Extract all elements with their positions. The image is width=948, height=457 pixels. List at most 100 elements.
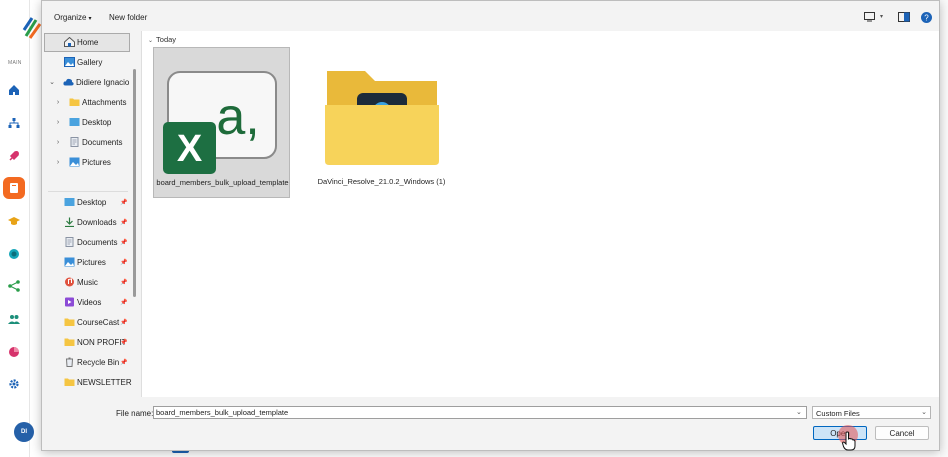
nav-network-button[interactable] (3, 275, 25, 297)
nav-item-desktop-user[interactable]: › Desktop (42, 112, 139, 132)
navigation-pane: Home Gallery ⌄ Didiere Ignacio › Attachm… (42, 31, 139, 397)
nav-item-home[interactable]: Home (42, 32, 139, 52)
videos-icon (65, 297, 74, 307)
documents-icon (65, 237, 74, 247)
pictures-icon (64, 257, 75, 267)
circle-icon (9, 249, 19, 259)
nav-item-label: NEWSLETTER (77, 377, 132, 387)
nav-item-documents-user[interactable]: › Documents (42, 132, 139, 152)
book-icon (10, 183, 18, 193)
nav-item-label: CourseCast (77, 317, 120, 327)
network-icon (8, 280, 20, 292)
hand-cursor-icon (842, 431, 856, 451)
nav-reports-button[interactable] (3, 341, 25, 363)
quick-access-coursecast[interactable]: CourseCast 📌 (42, 312, 139, 332)
sidebar-section-label: MAIN (8, 60, 22, 66)
desktop-icon (69, 118, 80, 126)
pin-icon[interactable]: 📌 (120, 239, 127, 246)
pin-icon[interactable]: 📌 (120, 279, 127, 286)
file-item-name: DaVinci_Resolve_21.0.2_Windows (1) (317, 177, 446, 186)
nav-rocket-button[interactable] (3, 145, 25, 167)
chevron-right-icon[interactable]: › (53, 119, 63, 126)
preview-pane-icon[interactable] (898, 12, 910, 22)
nav-people-button[interactable] (3, 308, 25, 330)
nav-item-label: Gallery (77, 57, 103, 67)
pictures-icon (69, 157, 80, 167)
open-file-dialog: Organize ▾ New folder ▾ ? Home Gallery ⌄ … (41, 0, 940, 451)
pin-icon[interactable]: 📌 (120, 339, 127, 346)
svg-text:?: ? (924, 13, 929, 22)
quick-access-recycle-bin[interactable]: Recycle Bin 📌 (42, 352, 139, 372)
file-name-label: File name: (116, 409, 154, 418)
people-icon (8, 315, 20, 324)
view-options-icon[interactable] (864, 12, 876, 22)
excel-file-icon: a, X (163, 71, 277, 174)
help-icon[interactable]: ? (921, 12, 932, 23)
pin-icon[interactable]: 📌 (120, 219, 127, 226)
new-folder-button[interactable]: New folder (109, 13, 147, 22)
view-dropdown-icon[interactable]: ▾ (880, 13, 883, 20)
nav-item-label: Pictures (82, 157, 111, 167)
nav-item-label: Music (77, 277, 98, 287)
file-name-input[interactable] (153, 406, 807, 419)
nav-item-label: Downloads (77, 217, 117, 227)
cancel-button[interactable]: Cancel (875, 426, 929, 440)
home-icon (64, 37, 75, 47)
file-item-name: board_members_bulk_upload_template (156, 178, 289, 187)
nav-item-pictures-user[interactable]: › Pictures (42, 152, 139, 172)
nav-circle-button[interactable] (3, 243, 25, 265)
quick-access-newsletter[interactable]: NEWSLETTER (42, 372, 139, 392)
nav-item-gallery[interactable]: Gallery (42, 52, 139, 72)
nav-item-user[interactable]: ⌄ Didiere Ignacio (42, 72, 139, 92)
chevron-down-icon[interactable]: ⌄ (47, 78, 57, 86)
app-background-edge (940, 0, 948, 457)
pin-icon[interactable]: 📌 (120, 299, 127, 306)
quick-access-documents[interactable]: Documents 📌 (42, 232, 139, 252)
recycle-bin-icon (65, 357, 74, 367)
folder-icon (325, 71, 439, 165)
chevron-down-icon: ⌄ (148, 38, 154, 44)
pin-icon[interactable]: 📌 (120, 199, 127, 206)
quick-access-videos[interactable]: Videos 📌 (42, 292, 139, 312)
quick-access-non-profit[interactable]: NON PROFIT 📌 (42, 332, 139, 352)
nav-item-label: Documents (82, 137, 123, 147)
chevron-right-icon[interactable]: › (53, 99, 63, 106)
file-name-history-dropdown-icon[interactable]: ⌄ (796, 408, 802, 416)
nav-item-label: Home (77, 37, 99, 47)
file-item-excel-template[interactable]: a, X board_members_bulk_upload_template (153, 47, 290, 198)
nav-settings-button[interactable] (3, 373, 25, 395)
pin-icon[interactable]: 📌 (120, 319, 127, 326)
app-logo-icon (22, 17, 42, 39)
gallery-icon (64, 57, 75, 67)
nav-item-label: Desktop (77, 197, 107, 207)
folder-icon (69, 98, 80, 106)
nav-item-label: Desktop (82, 117, 112, 127)
quick-access-desktop[interactable]: Desktop 📌 (42, 192, 139, 212)
nav-item-attachments[interactable]: › Attachments (42, 92, 139, 112)
quick-access-music[interactable]: Music 📌 (42, 272, 139, 292)
cloud-user-icon (63, 78, 74, 86)
folder-item-davinci[interactable]: DaVinci_Resolve_21.0.2_Windows (1) (313, 47, 450, 198)
group-header-label: Today (156, 35, 177, 44)
navigation-scrollbar[interactable] (133, 69, 136, 297)
group-header-today[interactable]: ⌄ Today (148, 35, 176, 44)
svg-text:X: X (177, 128, 203, 170)
organize-button[interactable]: Organize ▾ (54, 13, 91, 22)
quick-access-downloads[interactable]: Downloads 📌 (42, 212, 139, 232)
music-icon (65, 277, 74, 287)
chevron-right-icon[interactable]: › (53, 159, 63, 166)
pin-icon[interactable]: 📌 (120, 359, 127, 366)
org-chart-icon (8, 118, 20, 128)
home-icon (9, 85, 19, 95)
nav-home-button[interactable] (3, 79, 25, 101)
pin-icon[interactable]: 📌 (120, 259, 127, 266)
nav-academy-button[interactable] (3, 210, 25, 232)
quick-access-pictures[interactable]: Pictures 📌 (42, 252, 139, 272)
dialog-toolbar: Organize ▾ New folder ▾ ? (42, 1, 939, 31)
user-avatar[interactable]: DI (14, 422, 34, 442)
nav-org-button[interactable] (3, 112, 25, 134)
chevron-right-icon[interactable]: › (53, 139, 63, 146)
nav-book-button[interactable] (3, 177, 25, 199)
file-list-area: ⌄ Today a, X board_members_bulk_upload_te… (141, 31, 939, 397)
file-type-select[interactable]: Custom Files ⌄ (812, 406, 931, 419)
